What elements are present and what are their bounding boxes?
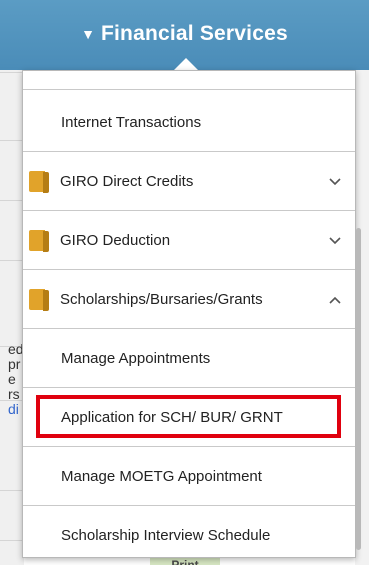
highlight-annotation-box [36, 395, 341, 438]
financial-services-menu-toggle[interactable]: ▼ Financial Services [81, 22, 288, 46]
menu-item-label: Scholarship Interview Schedule [61, 527, 271, 544]
menu-item-label: Manage Appointments [61, 349, 211, 367]
menu-item-label: GIRO Direct Credits [60, 172, 194, 190]
folder-icon [29, 229, 49, 252]
folder-icon [29, 288, 49, 311]
menu-top-divider [23, 89, 355, 90]
menu-folder-scholarships-bursaries-grants[interactable]: Scholarships/Bursaries/Grants [23, 270, 355, 329]
header-title: Financial Services [100, 22, 288, 45]
menu-scrollbar[interactable] [356, 228, 361, 550]
menu-item-label: Manage MOETG Appointment [61, 467, 262, 485]
background-page-left [0, 70, 24, 565]
chevron-down-icon [315, 174, 355, 189]
menu-item-internet-transactions[interactable]: Internet Transactions [23, 93, 355, 152]
menu-item-scholarship-interview-schedule[interactable]: Scholarship Interview Schedule [23, 506, 355, 565]
menu-item-label: Internet Transactions [61, 113, 202, 131]
folder-icon [29, 170, 49, 193]
menu-pointer-arrow [174, 58, 198, 70]
chevron-down-icon [315, 233, 355, 248]
menu-folder-giro-deduction[interactable]: GIRO Deduction [23, 211, 355, 270]
menu-item-manage-appointments[interactable]: Manage Appointments [23, 329, 355, 388]
menu-folder-giro-direct-credits[interactable]: GIRO Direct Credits [23, 152, 355, 211]
chevron-up-icon [315, 292, 355, 307]
financial-services-dropdown: Internet Transactions GIRO Direct Credit… [22, 70, 361, 558]
menu-item-manage-moetg-appointment[interactable]: Manage MOETG Appointment [23, 447, 355, 506]
menu-item-label: GIRO Deduction [60, 231, 171, 249]
caret-down-icon: ▼ [81, 26, 95, 42]
menu-item-label: Scholarships/Bursaries/Grants [60, 290, 263, 308]
